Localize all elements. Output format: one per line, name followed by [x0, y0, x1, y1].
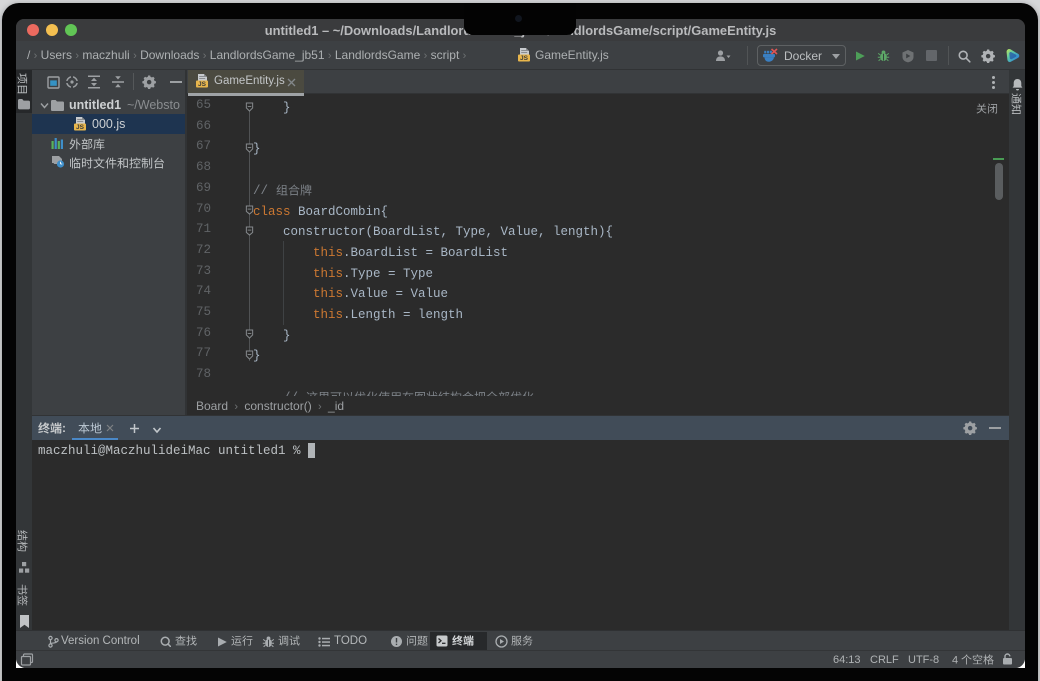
svg-text:JS: JS	[520, 55, 529, 62]
svg-text:JS: JS	[76, 124, 85, 131]
svg-text:JS: JS	[198, 81, 207, 88]
